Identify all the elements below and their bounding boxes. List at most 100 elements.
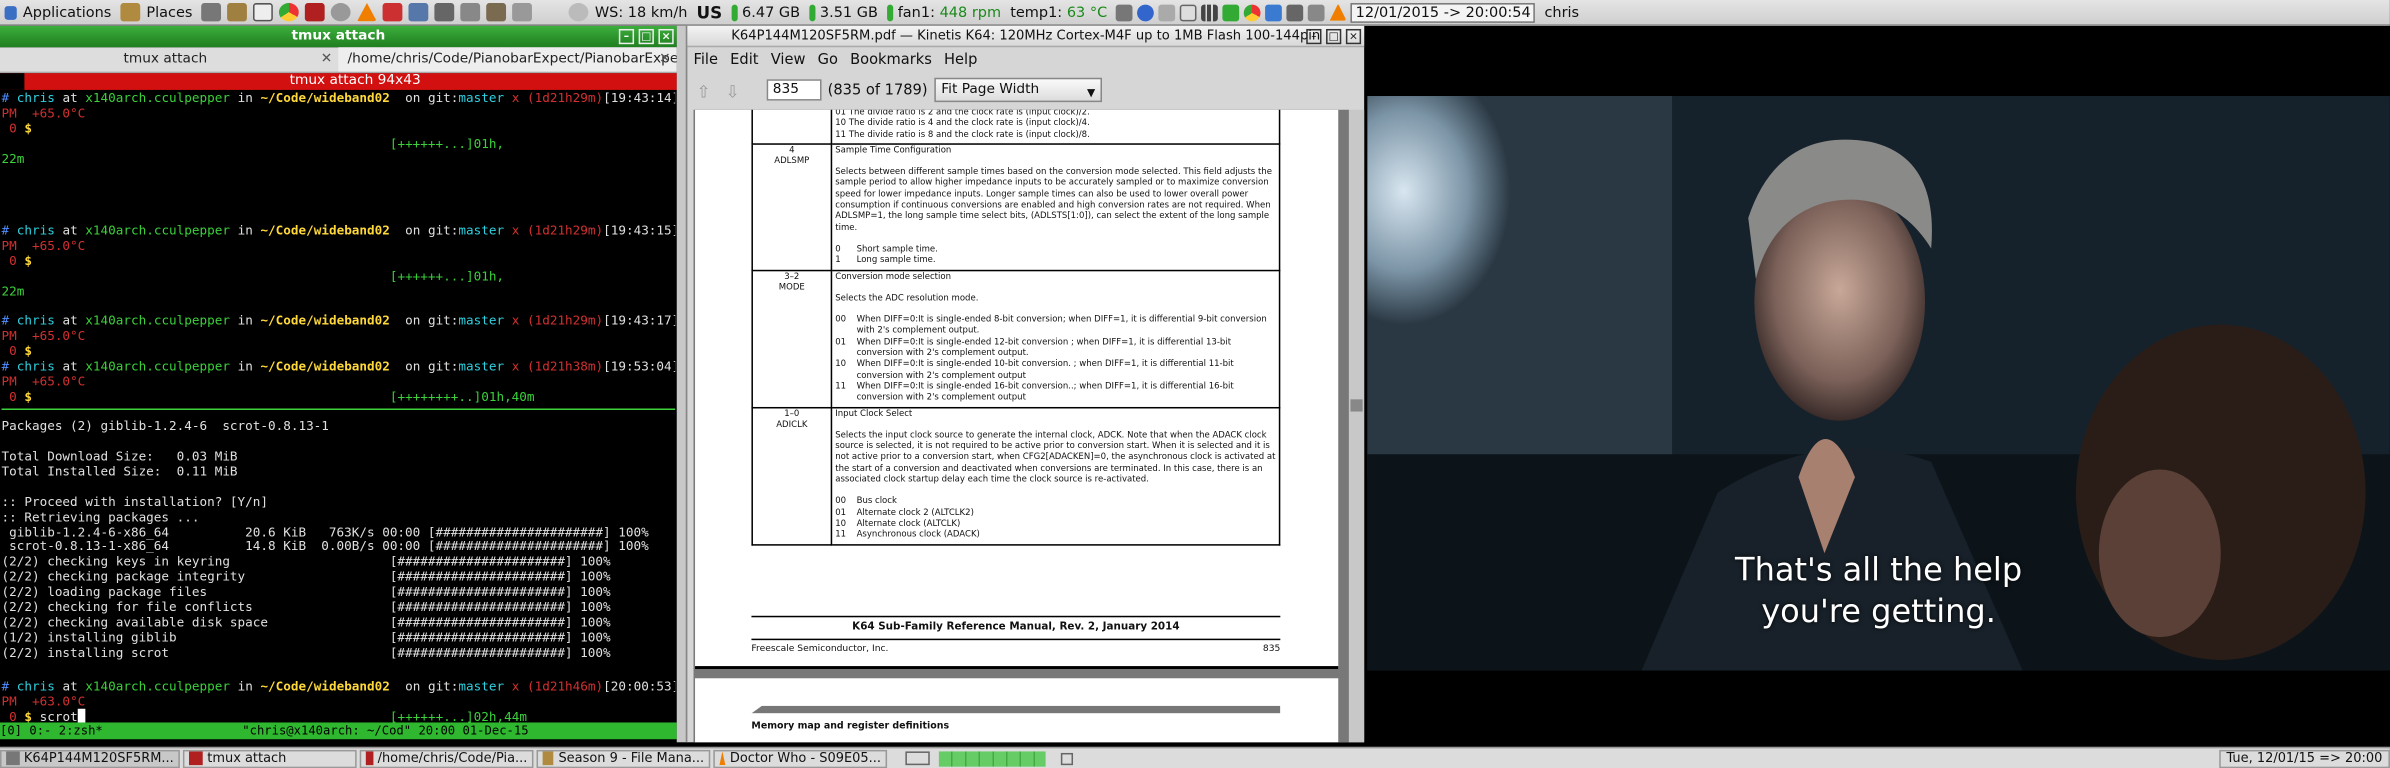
user-menu[interactable]: chris [1544,4,1579,21]
menu-help[interactable]: Help [944,52,977,69]
menu-view[interactable]: View [771,52,806,69]
chrome-tray-icon[interactable] [1244,3,1262,21]
trash-icon[interactable] [1060,752,1074,765]
launcher-vlc-icon[interactable] [357,3,377,22]
memory-graph-icon [731,3,738,21]
task-file-manager[interactable]: Season 9 - File Mana... [536,749,711,768]
keyboard-layout[interactable]: US [697,2,723,22]
register-field-table: 01 The divide ratio is 2 and the clock r… [751,109,1281,545]
document-view[interactable]: 01 The divide ratio is 2 and the clock r… [693,109,1349,743]
scrollbar-thumb[interactable] [1350,399,1363,412]
command-line: 0 $ scrot [++++++...]02h,44m [9,708,527,723]
weather-icon [568,3,589,22]
launcher-settings-icon[interactable] [331,3,351,22]
page-count: (835 of 1789) [827,81,928,99]
network-tray-icon[interactable] [1287,3,1304,21]
output-line: (2/2) checking available disk space [###… [1,614,611,630]
memory-monitor: 6.47 GB [731,3,800,21]
weather-widget[interactable]: WS: 18 km/h [568,3,687,22]
taskbar: K64P144M120SF5RM... tmux attach /home/ch… [0,746,2390,768]
bluetooth-icon[interactable] [1137,3,1155,21]
maximize-button[interactable]: □ [638,28,654,45]
prompt-line: # chris at x140arch.cculpepper in ~/Code… [1,678,676,694]
page-footer: Freescale Semiconductor, Inc. 835 [751,638,1281,654]
launcher-device-icon[interactable] [460,3,481,22]
menu-go[interactable]: Go [818,52,838,69]
launcher-disk-icon[interactable] [512,3,533,22]
next-page-icon[interactable]: ⇩ [726,82,740,102]
minimize-button[interactable]: – [1306,28,1322,45]
task-terminal[interactable]: tmux attach [182,749,357,768]
clipboard-icon[interactable] [1159,3,1176,21]
launcher-text-editor-icon[interactable] [201,3,222,22]
video-frame[interactable]: That's all the help you're getting. [1367,96,2390,671]
output-line: (2/2) installing scrot [################… [1,644,611,660]
prompt-line: 0 $ [9,342,33,358]
output-line: Packages (2) giblib-1.2.4-6 scrot-0.8.13… [1,417,329,433]
launcher-network-icon[interactable] [434,3,455,22]
panel-clock[interactable]: 12/01/2015 -> 20:00:54 [1351,2,1536,23]
vlc-icon [719,751,726,766]
prompt-line: # chris at x140arch.cculpepper in ~/Code… [1,222,676,238]
disk-graph-icon [809,3,816,21]
dropbox-icon[interactable] [1265,3,1283,21]
terminal-tab-1[interactable]: /home/chris/Code/PianobarExpect/Pianobar… [338,47,677,72]
pdf-titlebar[interactable]: K64P144M120SF5RM.pdf — Kinetis K64: 120M… [687,25,1365,48]
launcher-calculator-icon[interactable] [408,3,429,22]
update-icon[interactable] [1180,3,1198,21]
page-number-input[interactable]: 835 [766,79,822,101]
workspace-switcher[interactable] [938,750,1046,766]
places-menu[interactable]: Places [120,3,192,22]
menu-edit[interactable]: Edit [730,52,758,69]
terminal-output[interactable]: # chris at x140arch.cculpepper in ~/Code… [1,91,676,723]
output-line: :: Retrieving packages ... [1,508,200,524]
launcher-image-icon[interactable] [486,3,507,22]
launcher-chrome-icon[interactable] [279,3,300,22]
wifi-signal-icon[interactable] [1201,3,1219,21]
task-terminal-2[interactable]: /home/chris/Code/Pia... [359,749,534,768]
terminal-icon [189,751,203,766]
launcher-files-icon[interactable] [227,3,248,22]
progress-line: [++++++...]01h, [389,267,505,284]
close-button[interactable]: × [658,28,674,45]
launcher-editor-icon[interactable] [253,3,274,22]
fan-graph-icon [887,3,894,21]
table-row: 4 ADLSMP Sample Time Configuration Selec… [751,143,1281,271]
uptime-line: 22m [1,150,25,166]
launcher-terminal-icon[interactable] [305,3,326,22]
menu-file[interactable]: File [694,52,718,69]
maximize-button[interactable]: □ [1326,28,1342,45]
battery-icon[interactable] [1223,3,1240,21]
tab-close-icon[interactable]: ✕ [321,52,333,67]
minimize-button[interactable]: – [618,28,635,45]
launcher-pdf-icon[interactable] [382,3,403,22]
show-desktop-icon[interactable] [905,751,930,766]
table-row: 1–0 ADICLK Input Clock Select Selects th… [751,406,1281,545]
close-button[interactable]: × [1345,28,1362,45]
screenshot-icon[interactable] [1308,3,1326,21]
tmux-header: tmux attach 94x43 [0,73,677,90]
fan-monitor: fan1: 448 rpm [887,3,1001,21]
pdf-page-next: Memory map and register definitions [695,678,1339,743]
terminal-titlebar[interactable]: tmux attach – □ × [0,25,677,48]
terminal-tab-0[interactable]: tmux attach ✕ [0,47,338,71]
menu-bar: File Edit View Go Bookmarks Help [687,47,1364,73]
pane-divider [1,408,676,411]
taskbar-clock[interactable]: Tue, 12/01/15 => 20:00 [2218,749,2390,768]
previous-page-icon[interactable]: ⇧ [697,82,711,102]
task-vlc[interactable]: Doctor Who - S09E05... [713,749,888,768]
tab-close-icon[interactable]: ✕ [659,52,671,67]
prompt-line: 0 $ [9,252,33,268]
task-pdf-viewer[interactable]: K64P144M120SF5RM... [0,749,180,768]
prompt-line: 0 $ [9,120,33,136]
pdf-viewer-window: K64P144M120SF5RM.pdf — Kinetis K64: 120M… [685,25,1365,743]
output-line: Total Installed Size: 0.11 MiB [1,463,238,479]
volume-icon[interactable] [1116,3,1134,21]
menu-bookmarks[interactable]: Bookmarks [850,52,932,69]
pdf-scrollbar[interactable] [1348,109,1365,743]
zoom-select[interactable]: Fit Page Width ▼ [933,77,1102,103]
terminal-scrollbar[interactable] [676,25,686,743]
applications-menu[interactable]: Applications [0,4,111,21]
chevron-down-icon: ▼ [1087,86,1096,100]
vlc-tray-icon[interactable] [1329,3,1347,21]
